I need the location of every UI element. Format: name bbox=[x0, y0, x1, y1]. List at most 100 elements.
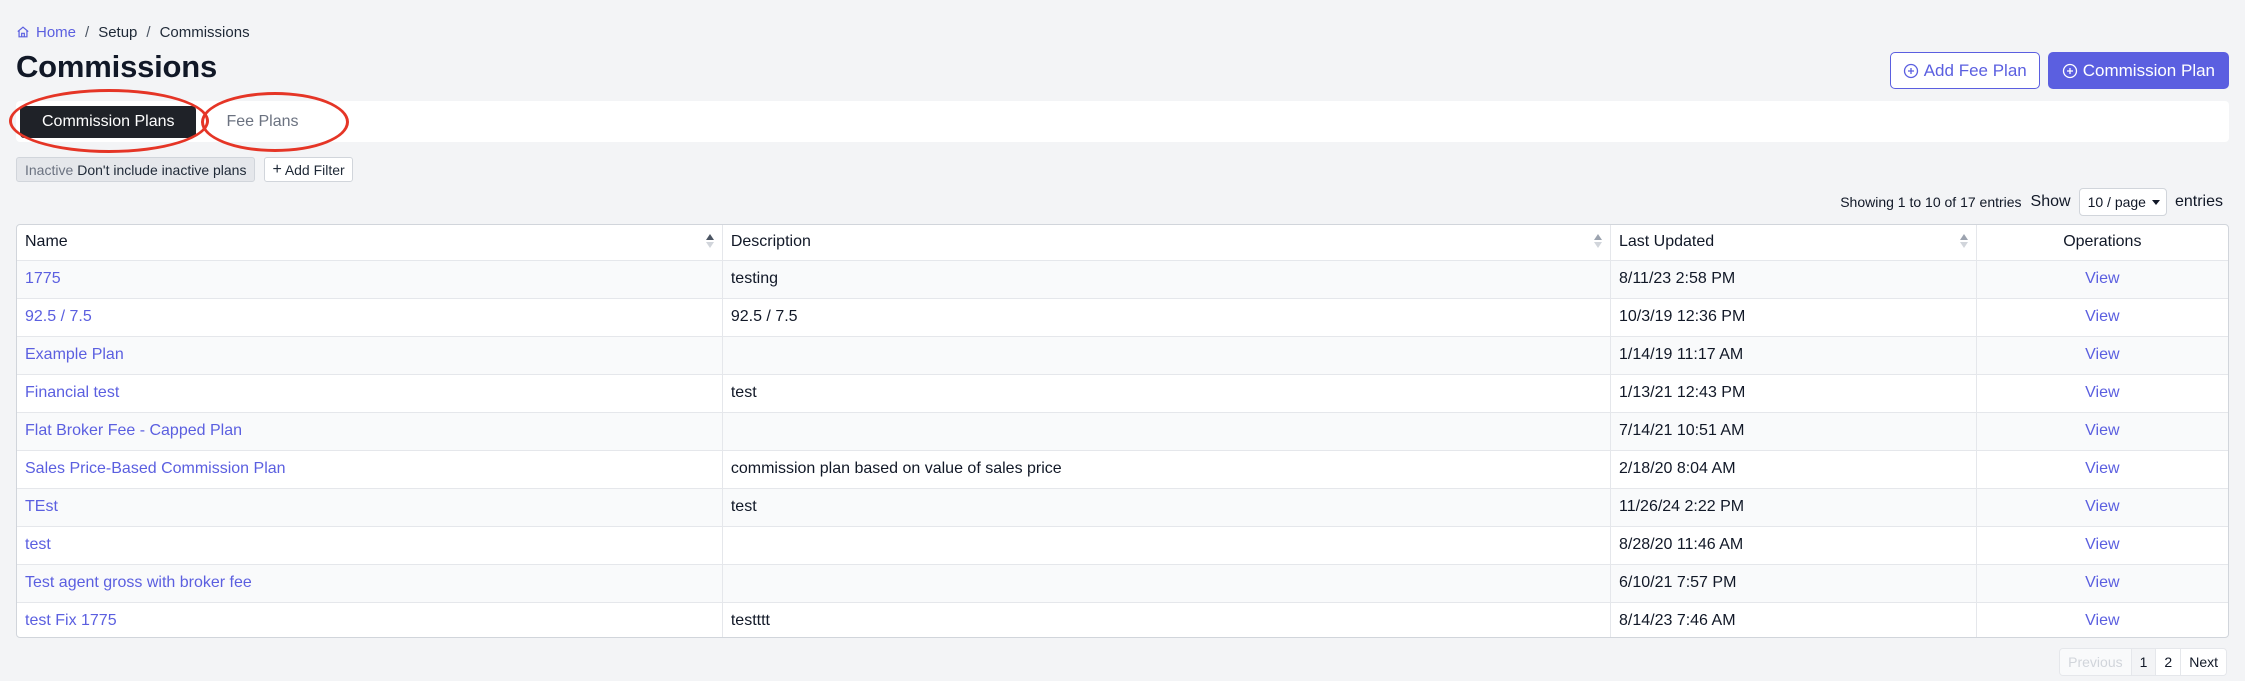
breadcrumb-home-label: Home bbox=[36, 23, 77, 41]
filter-chip-key: Inactive bbox=[25, 161, 74, 178]
cell-name: Flat Broker Fee - Capped Plan bbox=[17, 412, 723, 451]
table-header-row: Name Description Last Updated Operations bbox=[17, 225, 2228, 261]
plan-name-link[interactable]: Financial test bbox=[25, 384, 119, 401]
table-row: Financial test test 1/13/21 12:43 PM View bbox=[17, 374, 2228, 413]
sort-icon bbox=[1593, 234, 1602, 250]
cell-name: test bbox=[17, 526, 723, 565]
cell-description bbox=[722, 564, 1611, 603]
column-header-name[interactable]: Name bbox=[17, 225, 723, 261]
view-link[interactable]: View bbox=[2085, 422, 2119, 439]
cell-last-updated: 8/28/20 11:46 AM bbox=[1610, 526, 1977, 565]
view-link[interactable]: View bbox=[2085, 574, 2119, 591]
plus-circle-icon bbox=[2062, 63, 2077, 78]
page-size-select[interactable]: 10 / page bbox=[2078, 188, 2167, 216]
view-link[interactable]: View bbox=[2085, 270, 2119, 287]
cell-name: Sales Price-Based Commission Plan bbox=[17, 450, 723, 489]
plus-circle-icon bbox=[1903, 63, 1918, 78]
add-fee-plan-button[interactable]: Add Fee Plan bbox=[1889, 52, 2040, 89]
table-row: test 8/28/20 11:46 AM View bbox=[17, 526, 2228, 565]
sort-icon bbox=[705, 234, 714, 250]
plan-name-link[interactable]: 1775 bbox=[25, 270, 61, 287]
cell-last-updated: 1/14/19 11:17 AM bbox=[1610, 336, 1977, 375]
column-header-description-label: Description bbox=[730, 233, 811, 251]
tabs-bar: Commission Plans Fee Plans bbox=[16, 101, 2229, 142]
pagination: Previous 1 2 Next bbox=[2059, 648, 2227, 676]
plan-name-link[interactable]: Flat Broker Fee - Capped Plan bbox=[25, 422, 242, 439]
cell-description: test bbox=[722, 488, 1611, 527]
pagination-page-1[interactable]: 1 bbox=[2131, 649, 2157, 675]
cell-operations: View bbox=[1976, 602, 2228, 637]
cell-name: test Fix 1775 bbox=[17, 602, 723, 637]
cell-description: testing bbox=[722, 260, 1611, 299]
plan-name-link[interactable]: Sales Price-Based Commission Plan bbox=[25, 460, 286, 477]
entries-count: Showing 1 to 10 of 17 entries bbox=[1840, 194, 2022, 210]
view-link[interactable]: View bbox=[2085, 612, 2119, 629]
table-row: TEst test 11/26/24 2:22 PM View bbox=[17, 488, 2228, 527]
breadcrumb-home-link[interactable]: Home bbox=[16, 24, 76, 41]
add-filter-label: Add Filter bbox=[284, 161, 345, 178]
plan-name-link[interactable]: TEst bbox=[25, 498, 58, 515]
breadcrumb-current: Commissions bbox=[159, 23, 250, 41]
cell-name: Financial test bbox=[17, 374, 723, 413]
entries-bar: Showing 1 to 10 of 17 entries Show 10 / … bbox=[1840, 188, 2223, 216]
table-row: Example Plan 1/14/19 11:17 AM View bbox=[17, 336, 2228, 375]
add-filter-button[interactable]: + Add Filter bbox=[264, 157, 353, 182]
view-link[interactable]: View bbox=[2085, 460, 2119, 477]
breadcrumb: Home / Setup / Commissions bbox=[16, 22, 250, 42]
column-header-operations-label: Operations bbox=[2063, 233, 2142, 251]
view-link[interactable]: View bbox=[2085, 536, 2119, 553]
caret-down-icon bbox=[2151, 199, 2160, 205]
cell-name: Test agent gross with broker fee bbox=[17, 564, 723, 603]
commission-plans-table: Name Description Last Updated Operations bbox=[16, 224, 2229, 638]
tab-fee-plans-label: Fee Plans bbox=[226, 112, 299, 130]
pagination-previous[interactable]: Previous bbox=[2060, 649, 2132, 675]
cell-name: 92.5 / 7.5 bbox=[17, 298, 723, 337]
column-header-description[interactable]: Description bbox=[722, 225, 1611, 261]
pagination-page-2[interactable]: 2 bbox=[2156, 649, 2182, 675]
cell-last-updated: 10/3/19 12:36 PM bbox=[1610, 298, 1977, 337]
add-commission-plan-button[interactable]: Commission Plan bbox=[2047, 52, 2229, 89]
sort-icon bbox=[1959, 234, 1968, 250]
cell-description: commission plan based on value of sales … bbox=[722, 450, 1611, 489]
plan-name-link[interactable]: test Fix 1775 bbox=[25, 612, 117, 629]
add-fee-plan-label: Add Fee Plan bbox=[1923, 60, 2027, 80]
page-title: Commissions bbox=[16, 49, 218, 84]
cell-last-updated: 2/18/20 8:04 AM bbox=[1610, 450, 1977, 489]
column-header-last-updated[interactable]: Last Updated bbox=[1610, 225, 1977, 261]
view-link[interactable]: View bbox=[2085, 384, 2119, 401]
cell-operations: View bbox=[1976, 526, 2228, 565]
cell-description bbox=[722, 412, 1611, 451]
plan-name-link[interactable]: Test agent gross with broker fee bbox=[25, 574, 252, 591]
cell-operations: View bbox=[1976, 336, 2228, 375]
cell-last-updated: 8/11/23 2:58 PM bbox=[1610, 260, 1977, 299]
plus-icon: + bbox=[272, 160, 282, 178]
view-link[interactable]: View bbox=[2085, 308, 2119, 325]
filters: Inactive Don't include inactive plans + … bbox=[16, 157, 353, 182]
cell-last-updated: 8/14/23 7:46 AM bbox=[1610, 602, 1977, 637]
tab-commission-plans[interactable]: Commission Plans bbox=[20, 105, 197, 138]
cell-last-updated: 1/13/21 12:43 PM bbox=[1610, 374, 1977, 413]
column-header-last-updated-label: Last Updated bbox=[1618, 233, 1715, 251]
cell-description bbox=[722, 336, 1611, 375]
breadcrumb-separator: / bbox=[146, 23, 151, 41]
filter-chip-value: Don't include inactive plans bbox=[77, 161, 247, 178]
plan-name-link[interactable]: Example Plan bbox=[25, 346, 124, 363]
plan-name-link[interactable]: 92.5 / 7.5 bbox=[25, 308, 92, 325]
page-size-value: 10 / page bbox=[2087, 194, 2146, 210]
plan-name-link[interactable]: test bbox=[25, 536, 51, 553]
cell-description: test bbox=[722, 374, 1611, 413]
inactive-filter-chip[interactable]: Inactive Don't include inactive plans bbox=[16, 157, 256, 182]
pagination-next[interactable]: Next bbox=[2181, 649, 2226, 675]
cell-description: 92.5 / 7.5 bbox=[722, 298, 1611, 337]
breadcrumb-setup[interactable]: Setup bbox=[98, 24, 137, 41]
cell-last-updated: 6/10/21 7:57 PM bbox=[1610, 564, 1977, 603]
view-link[interactable]: View bbox=[2085, 346, 2119, 363]
view-link[interactable]: View bbox=[2085, 498, 2119, 515]
cell-last-updated: 7/14/21 10:51 AM bbox=[1610, 412, 1977, 451]
tab-fee-plans[interactable]: Fee Plans bbox=[204, 106, 320, 138]
column-header-operations: Operations bbox=[1976, 225, 2228, 261]
cell-operations: View bbox=[1976, 260, 2228, 299]
cell-operations: View bbox=[1976, 412, 2228, 451]
cell-name: Example Plan bbox=[17, 336, 723, 375]
column-header-name-label: Name bbox=[25, 233, 68, 251]
